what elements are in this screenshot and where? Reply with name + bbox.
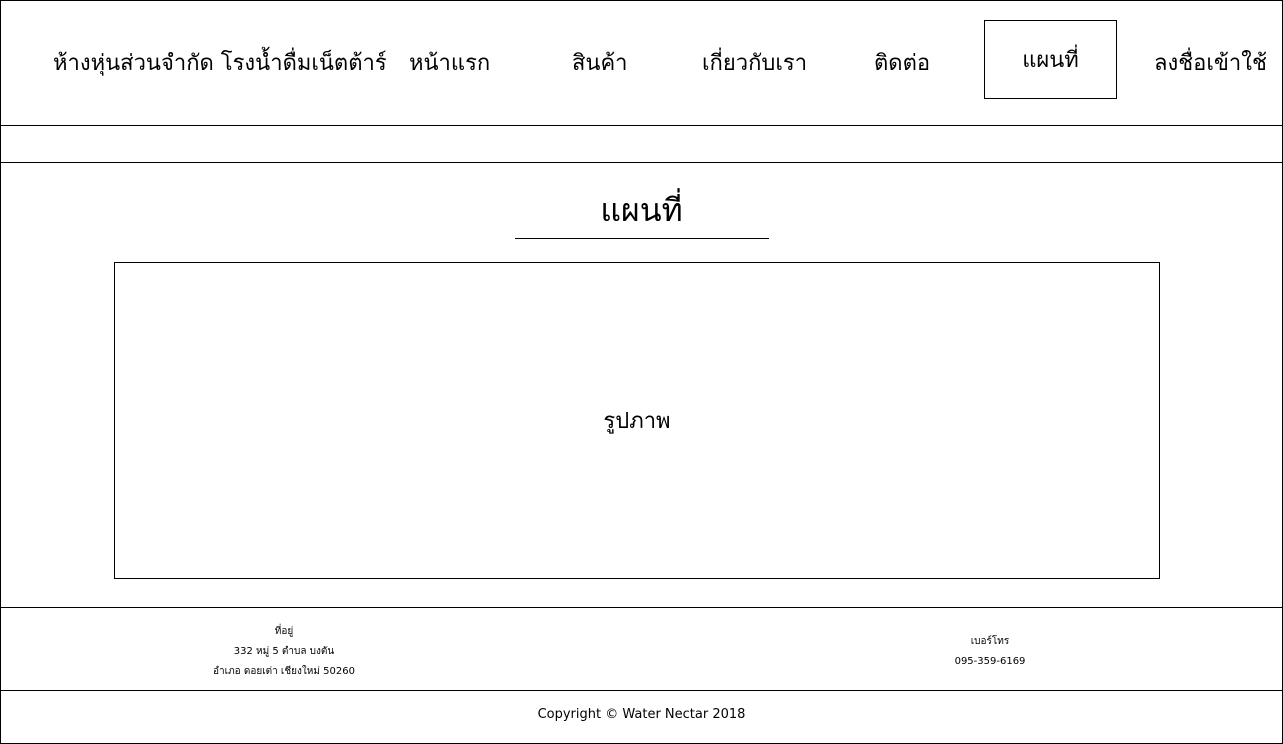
address-label: ที่อยู่ [274,626,294,637]
nav-about[interactable]: เกี่ยวกับเรา [702,45,807,80]
copyright-text: Copyright © Water Nectar 2018 [537,707,746,722]
address-block: ที่อยู่ 332 หมู่ 5 ตำบล บงตัน อำเภอ ดอยเ… [184,622,384,682]
nav-map-label: แผนที่ [1022,48,1079,73]
main-content: แผนที่ รูปภาพ [1,163,1282,608]
sub-header-band [1,126,1282,163]
title-underline [515,238,769,239]
phone-block: เบอร์โทร 095-359-6169 [931,632,1049,672]
phone-label: เบอร์โทร [970,636,1010,647]
nav-home[interactable]: หน้าแรก [409,45,490,80]
phone-number: 095-359-6169 [954,656,1026,667]
nav-contact[interactable]: ติดต่อ [874,45,930,80]
page-frame: ห้างหุ่นส่วนจำกัด โรงน้ำดื่มเน็ตต้าร์ หน… [0,0,1283,744]
copyright-bar: Copyright © Water Nectar 2018 [1,691,1282,743]
map-image-placeholder: รูปภาพ [114,262,1160,579]
address-line-2: อำเภอ ดอยเต่า เชียงใหม่ 50260 [213,666,355,677]
header: ห้างหุ่นส่วนจำกัด โรงน้ำดื่มเน็ตต้าร์ หน… [1,1,1282,126]
image-placeholder-label: รูปภาพ [603,409,671,434]
page-title: แผนที่ [600,191,683,229]
nav-products[interactable]: สินค้า [572,45,628,80]
address-line-1: 332 หมู่ 5 ตำบล บงตัน [233,646,335,657]
nav-map-active[interactable]: แผนที่ [984,20,1117,99]
footer-info: ที่อยู่ 332 หมู่ 5 ตำบล บงตัน อำเภอ ดอยเ… [1,608,1282,691]
nav-login[interactable]: ลงชื่อเข้าใช้ [1154,45,1267,80]
brand-name[interactable]: ห้างหุ่นส่วนจำกัด โรงน้ำดื่มเน็ตต้าร์ [53,45,387,80]
